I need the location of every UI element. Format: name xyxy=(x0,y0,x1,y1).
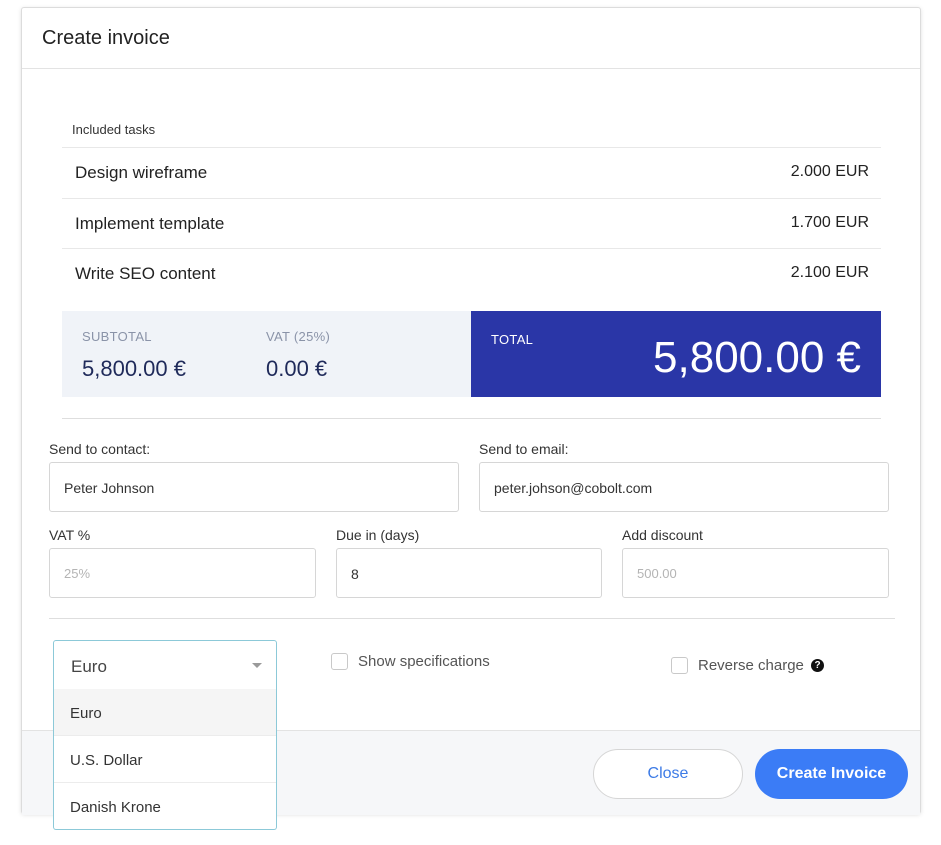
vat-amount-label: VAT (25%) xyxy=(266,329,331,344)
show-specifications-checkbox[interactable] xyxy=(331,653,348,670)
due-days-field[interactable]: 8 xyxy=(336,548,602,598)
dialog-title: Create invoice xyxy=(42,27,170,49)
currency-select[interactable]: Euro xyxy=(53,640,277,690)
vat-percent-placeholder: 25% xyxy=(64,566,91,581)
discount-field[interactable]: 500.00 xyxy=(622,548,889,598)
vat-percent-label: VAT % xyxy=(49,527,91,543)
invoice-summary: SUBTOTAL 5,800.00 € VAT (25%) 0.00 € TOT… xyxy=(62,311,881,397)
task-amount: 2.000 EUR xyxy=(790,163,869,180)
dialog-header: Create invoice xyxy=(22,8,920,69)
email-field[interactable]: peter.johson@cobolt.com xyxy=(479,462,889,512)
currency-option[interactable]: Euro xyxy=(54,689,276,736)
due-days-label: Due in (days) xyxy=(336,527,420,543)
currency-option-label: U.S. Dollar xyxy=(70,752,143,769)
currency-selected-value: Euro xyxy=(71,657,107,676)
task-amount: 1.700 EUR xyxy=(790,214,869,231)
create-invoice-dialog: Create invoice Included tasks Design wir… xyxy=(21,7,921,830)
subtotal-value: 5,800.00 € xyxy=(82,356,186,381)
subtotal-panel: SUBTOTAL 5,800.00 € VAT (25%) 0.00 € xyxy=(62,311,471,397)
caret-down-icon xyxy=(252,663,262,668)
currency-option-label: Danish Krone xyxy=(70,799,161,816)
due-days-value: 8 xyxy=(351,566,359,582)
close-button[interactable]: Close xyxy=(593,749,743,799)
task-name: Write SEO content xyxy=(75,264,216,283)
task-name: Implement template xyxy=(75,214,225,233)
contact-value: Peter Johnson xyxy=(64,480,155,496)
currency-option-label: Euro xyxy=(70,705,102,722)
currency-dropdown: Euro U.S. Dollar Danish Krone xyxy=(53,689,277,830)
task-amount: 2.100 EUR xyxy=(790,264,869,281)
total-label: TOTAL xyxy=(491,332,534,347)
task-row: Design wireframe 2.000 EUR xyxy=(62,147,881,198)
vat-amount-value: 0.00 € xyxy=(266,356,328,381)
email-value: peter.johson@cobolt.com xyxy=(494,480,653,496)
total-value: 5,800.00 € xyxy=(653,333,861,382)
task-row: Implement template 1.700 EUR xyxy=(62,198,881,249)
form-divider xyxy=(49,618,895,619)
total-panel: TOTAL 5,800.00 € xyxy=(471,311,881,397)
contact-field[interactable]: Peter Johnson xyxy=(49,462,459,512)
currency-option[interactable]: Danish Krone xyxy=(54,783,276,830)
create-invoice-button[interactable]: Create Invoice xyxy=(755,749,908,799)
task-name: Design wireframe xyxy=(75,163,208,182)
subtotal-label: SUBTOTAL xyxy=(82,329,152,344)
currency-option[interactable]: U.S. Dollar xyxy=(54,736,276,783)
show-specifications-label[interactable]: Show specifications xyxy=(358,653,490,670)
reverse-charge-checkbox[interactable] xyxy=(671,657,688,674)
reverse-charge-label[interactable]: Reverse charge xyxy=(698,657,804,674)
contact-label: Send to contact: xyxy=(49,441,151,457)
discount-placeholder: 500.00 xyxy=(637,566,677,581)
question-circle-icon[interactable]: ? xyxy=(811,659,824,672)
email-label: Send to email: xyxy=(479,441,569,457)
summary-divider xyxy=(62,418,881,419)
task-row: Write SEO content 2.100 EUR xyxy=(62,248,881,299)
included-tasks-label: Included tasks xyxy=(72,122,156,137)
discount-label: Add discount xyxy=(622,527,703,543)
vat-percent-field[interactable]: 25% xyxy=(49,548,316,598)
